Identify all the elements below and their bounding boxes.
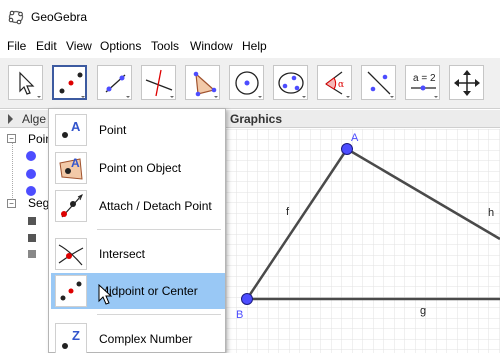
point-a[interactable] <box>341 143 353 155</box>
collapse-triangle-icon[interactable] <box>8 114 13 124</box>
menu-separator <box>97 229 221 230</box>
complex-number-icon: Z <box>55 323 87 353</box>
slider-tool-icon: a = 2 <box>411 73 438 98</box>
point-a-label: A <box>351 132 359 144</box>
move-view-icon <box>454 70 480 96</box>
perpendicular-line-icon <box>145 69 174 98</box>
algebra-point-dot[interactable] <box>26 169 36 179</box>
title-bar: GeoGebra <box>0 0 500 34</box>
algebra-point-dot[interactable] <box>26 186 36 196</box>
point-icon: A <box>55 114 87 146</box>
point-on-object-icon: A <box>55 152 87 184</box>
segment-h-label: h <box>488 207 494 219</box>
algebra-segment-marker[interactable] <box>28 250 36 258</box>
menu-item-label: Point on Object <box>99 161 182 175</box>
tool-conic-button[interactable] <box>273 65 308 100</box>
tool-move-button[interactable] <box>8 65 43 100</box>
tree-collapse-points[interactable]: − <box>7 134 16 143</box>
menu-file[interactable]: File <box>7 39 26 53</box>
tool-perpendicular-button[interactable] <box>141 65 176 100</box>
menu-item-label: Attach / Detach Point <box>99 199 212 213</box>
graphics-view-header: Graphics <box>226 110 500 128</box>
midpoint-icon <box>55 275 87 307</box>
menu-window[interactable]: Window <box>190 39 233 53</box>
algebra-segment-marker[interactable] <box>28 234 36 242</box>
menu-help[interactable]: Help <box>242 39 267 53</box>
point-tools-dropdown: A Point A Point on Object Attach / Detac… <box>48 108 226 353</box>
tree-collapse-segments[interactable]: − <box>7 199 16 208</box>
window-title: GeoGebra <box>31 10 88 24</box>
polygon-icon <box>193 71 218 98</box>
point-b[interactable] <box>241 293 253 305</box>
menu-options[interactable]: Options <box>100 39 141 53</box>
tool-polygon-button[interactable] <box>185 65 220 100</box>
menu-item-point-on-object[interactable]: A Point on Object <box>51 150 225 186</box>
algebra-segment-marker[interactable] <box>28 217 36 225</box>
tree-group-segments: Seg <box>28 196 50 210</box>
line-tool-icon <box>105 74 130 98</box>
svg-text:A: A <box>71 156 80 170</box>
svg-text:Z: Z <box>72 328 80 343</box>
slider-tool-label: a = 2 <box>413 73 436 84</box>
tool-reflect-button[interactable] <box>361 65 396 100</box>
tool-point-button[interactable] <box>52 65 87 100</box>
tool-move-view-button[interactable] <box>449 65 484 100</box>
menu-edit[interactable]: Edit <box>36 39 57 53</box>
menu-item-point[interactable]: A Point <box>51 112 225 148</box>
attach-detach-icon <box>55 190 87 222</box>
menu-item-label: Intersect <box>99 247 146 261</box>
menu-item-midpoint-center[interactable]: Midpoint or Center <box>51 273 225 309</box>
move-arrow-icon <box>19 71 41 98</box>
menu-view[interactable]: View <box>66 39 92 53</box>
toolbar: α a = 2 <box>0 58 500 109</box>
graphics-view[interactable]: A B f g h <box>226 129 500 353</box>
algebra-view-title: Alge <box>22 112 47 126</box>
menu-item-intersect[interactable]: Intersect <box>51 236 225 272</box>
graphics-view-title: Graphics <box>230 112 283 126</box>
tool-line-button[interactable] <box>97 65 132 100</box>
tool-angle-button[interactable]: α <box>317 65 352 100</box>
geogebra-logo-icon <box>8 10 24 25</box>
menu-tools[interactable]: Tools <box>151 39 179 53</box>
segment-g-label: g <box>420 305 426 317</box>
tool-circle-button[interactable] <box>229 65 264 100</box>
algebra-point-dot[interactable] <box>26 151 36 161</box>
menu-item-complex-number[interactable]: Z Complex Number <box>51 321 225 353</box>
tree-connector <box>12 142 13 200</box>
mouse-cursor-icon <box>98 284 113 305</box>
reflect-line-icon <box>367 71 394 98</box>
menu-separator <box>97 314 221 315</box>
menu-item-attach-detach[interactable]: Attach / Detach Point <box>51 188 225 224</box>
graphics-canvas[interactable]: A B f g h <box>226 129 500 353</box>
menu-item-label: Complex Number <box>99 332 193 346</box>
svg-text:α: α <box>338 80 344 90</box>
menu-item-label: Point <box>99 123 127 137</box>
conic-tool-icon <box>278 72 306 98</box>
circle-tool-icon <box>235 71 262 98</box>
point-b-label: B <box>236 309 243 321</box>
svg-text:A: A <box>71 119 81 134</box>
menu-bar: File Edit View Options Tools Window Help <box>0 34 500 58</box>
angle-tool-icon: α <box>325 71 350 98</box>
midpoint-tool-icon <box>59 72 85 98</box>
intersect-icon <box>55 238 87 270</box>
tool-slider-button[interactable]: a = 2 <box>405 65 440 100</box>
